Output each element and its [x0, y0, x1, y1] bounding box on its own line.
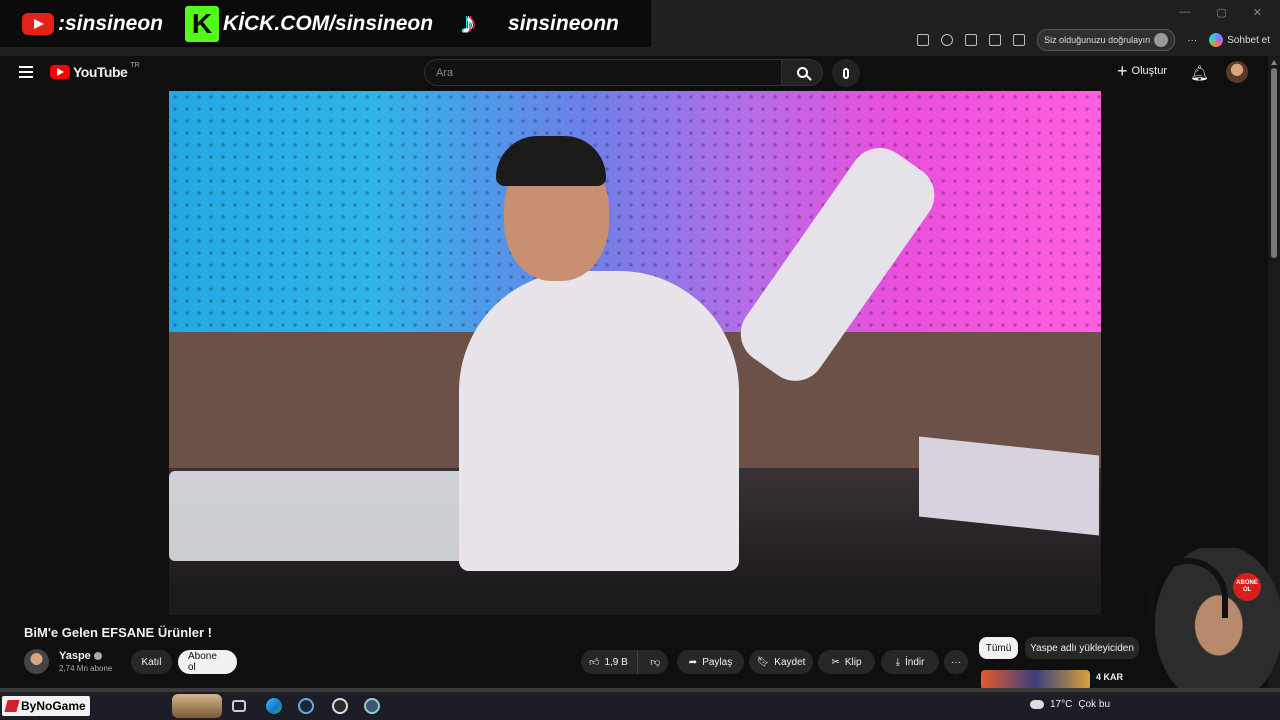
voice-search-button[interactable] — [832, 59, 860, 87]
more-actions-button[interactable]: ··· — [944, 650, 968, 674]
overlay-kick: K KİCK.COM/sinsineon — [185, 5, 434, 42]
split-screen-icon[interactable] — [989, 34, 1002, 46]
youtube-logo-icon — [22, 12, 54, 35]
headset-shape — [1148, 558, 1228, 618]
join-button[interactable]: Katıl — [131, 650, 172, 674]
like-count: 1,9 B — [604, 656, 628, 668]
plus-icon: + — [1117, 61, 1128, 81]
weather-widget[interactable]: 17°C Çok bu — [1030, 699, 1110, 710]
favorites-icon[interactable] — [1013, 34, 1026, 46]
search-button[interactable] — [781, 59, 823, 86]
thumbs-up-icon: 👍︎ — [589, 657, 600, 668]
search-box[interactable] — [424, 59, 782, 86]
bynogame-label: ByNoGame — [21, 699, 86, 713]
clip-button[interactable]: ✂ Klip — [818, 650, 875, 674]
share-button[interactable]: ➦ Paylaş — [677, 650, 744, 674]
save-label: Kaydet — [774, 656, 806, 668]
overlay-tiktok-handle: sinsineonn — [508, 11, 619, 35]
download-label: İndir — [904, 656, 925, 668]
apps-icon[interactable] — [917, 34, 930, 46]
recommended-video-thumbnail[interactable] — [981, 670, 1090, 690]
video-frame-cap — [496, 136, 606, 186]
weather-description: Çok bu — [1078, 699, 1111, 710]
windows-taskbar: ByNoGame 17°C Çok bu — [0, 692, 1280, 720]
thumbs-down-icon: 👎︎ — [650, 657, 661, 668]
close-icon[interactable]: ✕ — [1253, 6, 1262, 19]
video-player[interactable] — [169, 91, 1101, 615]
dislike-button[interactable]: 👎︎ — [643, 656, 668, 668]
steam-icon[interactable] — [298, 698, 314, 714]
video-frame-cloth — [169, 471, 469, 561]
account-avatar[interactable] — [1226, 61, 1248, 83]
cloud-icon — [1030, 700, 1044, 709]
overlay-youtube-handle: :sinsineon — [58, 11, 164, 35]
verified-badge-icon — [93, 652, 102, 660]
channel-name-text: Yaspe — [59, 650, 91, 662]
tiktok-logo-icon: ♪ — [461, 6, 477, 40]
channel-avatar[interactable] — [24, 649, 49, 674]
copilot-icon — [1209, 33, 1224, 47]
youtube-wordmark: YouTube — [73, 64, 128, 80]
overlay-tiktok: ♪ sinsineonn — [443, 7, 619, 41]
widgets-image[interactable] — [172, 694, 222, 718]
video-title: BiM'e Gelen EFSANE Ürünler ! — [24, 625, 213, 640]
chip-all[interactable]: Tümü — [979, 637, 1018, 659]
like-dislike-group: 👍︎ 1,9 B 👎︎ — [581, 650, 668, 674]
edge-browser-icon[interactable] — [266, 698, 282, 714]
profile-avatar — [1154, 33, 1169, 47]
window-controls: — ▢ ✕ — [1179, 6, 1262, 19]
youtube-home-logo[interactable]: YouTube TR — [50, 61, 140, 80]
favorite-star-icon[interactable] — [941, 34, 954, 46]
copilot-chat-button[interactable]: Sohbet et — [1209, 33, 1270, 47]
clip-label: Klip — [844, 656, 862, 668]
subscriber-count: 2,74 Mn abone — [59, 664, 113, 673]
bynogame-logo: ByNoGame — [2, 696, 90, 716]
subscribe-overlay-badge: ABONE OL — [1233, 573, 1261, 601]
overlay-youtube: :sinsineon — [22, 12, 163, 36]
verify-label: Siz olduğunuzu doğrulayın — [1044, 35, 1151, 45]
create-label: Oluştur — [1131, 65, 1167, 77]
browser-actions: Siz olduğunuzu doğrulayın ··· Sohbet et — [917, 29, 1280, 51]
bynogame-mark-icon — [4, 700, 20, 712]
like-button[interactable]: 👍︎ 1,9 B — [581, 650, 638, 674]
temperature: 17°C — [1050, 699, 1073, 710]
search-input[interactable] — [436, 66, 781, 79]
share-label: Paylaş — [702, 656, 733, 668]
kick-logo-icon: K — [185, 5, 220, 42]
notifications-bell-icon[interactable]: 🔔︎ — [1190, 64, 1209, 82]
hamburger-menu-icon[interactable] — [19, 66, 33, 78]
extensions-icon[interactable] — [965, 34, 978, 46]
create-button[interactable]: + Oluştur — [1117, 61, 1167, 81]
country-code: TR — [130, 61, 140, 69]
channel-name[interactable]: Yaspe — [59, 650, 102, 662]
minimize-icon[interactable]: — — [1179, 6, 1190, 19]
copilot-label: Sohbet et — [1227, 34, 1270, 46]
bookmark-icon: 🔖︎ — [756, 656, 770, 668]
save-button[interactable]: 🔖︎ Kaydet — [749, 650, 813, 674]
share-arrow-icon: ➦ — [688, 656, 698, 668]
youtube-header: YouTube TR + Oluştur 🔔︎ — [0, 56, 1268, 90]
browser-more-button[interactable]: ··· — [1187, 35, 1197, 46]
microphone-icon — [843, 67, 849, 79]
download-icon: ⤓ — [895, 656, 900, 668]
scissors-icon: ✂ — [831, 656, 840, 668]
stream-overlay-banner: :sinsineon K KİCK.COM/sinsineon ♪ sinsin… — [0, 0, 651, 47]
video-frame-person — [459, 271, 739, 571]
subscribe-button[interactable]: Abone ol — [178, 650, 237, 674]
scrollbar-thumb[interactable] — [1271, 68, 1277, 258]
chip-from-uploader[interactable]: Yaspe adlı yükleyiciden — [1025, 637, 1139, 659]
download-button[interactable]: ⤓ İndir — [881, 650, 939, 674]
recommended-video-title[interactable]: 4 KAR — [1096, 672, 1123, 682]
maximize-icon[interactable]: ▢ — [1216, 6, 1226, 19]
scroll-up-arrow-icon[interactable] — [1271, 60, 1277, 65]
youtube-play-icon — [50, 65, 70, 79]
search-icon — [796, 67, 808, 78]
app-icon[interactable] — [364, 698, 380, 714]
overlay-kick-text: KİCK.COM/sinsineon — [223, 11, 434, 35]
obs-record-icon[interactable] — [332, 698, 348, 714]
profile-verify-button[interactable]: Siz olduğunuzu doğrulayın — [1037, 29, 1176, 51]
task-view-icon[interactable] — [232, 700, 246, 712]
